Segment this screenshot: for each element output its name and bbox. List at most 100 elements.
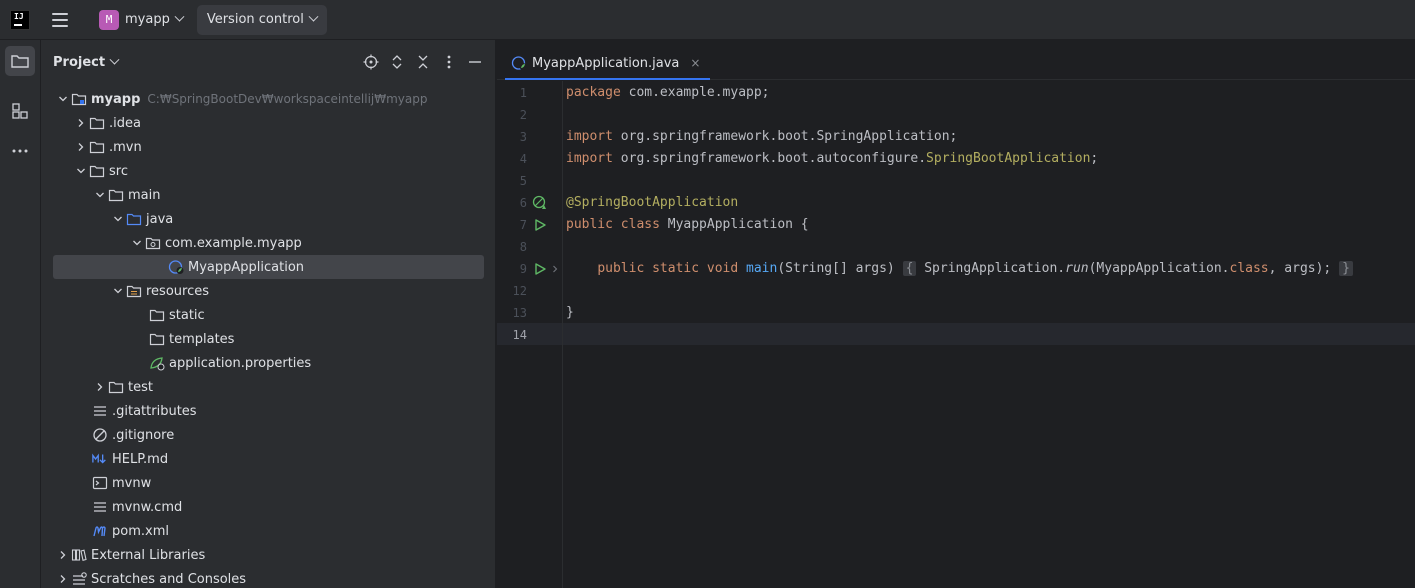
tree-item-label: mvnw (112, 475, 152, 491)
version-control-button[interactable]: Version control (196, 4, 327, 35)
chevron-down-icon[interactable] (110, 211, 126, 227)
library-icon (71, 547, 87, 563)
line-number: 2 (519, 108, 527, 122)
chevron-down-icon[interactable] (92, 187, 108, 203)
close-icon[interactable]: × (688, 56, 702, 70)
chevron-right-icon[interactable] (73, 139, 89, 155)
tree-item-label: resources (146, 283, 210, 299)
main-menu-icon[interactable] (49, 9, 71, 31)
text-file-icon (92, 499, 108, 515)
chevron-down-icon (174, 11, 185, 22)
tree-item-java[interactable]: java (53, 207, 484, 231)
folder-icon (89, 163, 105, 179)
tree-item-idea[interactable]: .idea (53, 111, 484, 135)
tree-item-pom-xml[interactable]: pom.xml (53, 519, 484, 543)
chevron-right-icon[interactable] (92, 379, 108, 395)
more-horizontal-icon (12, 149, 28, 153)
markdown-icon (92, 451, 108, 467)
chevron-down-icon[interactable] (129, 235, 145, 251)
tree-item-label: test (128, 379, 153, 395)
run-main-icon[interactable] (532, 261, 548, 277)
tree-item-package[interactable]: com.example.myapp (53, 231, 484, 255)
folder-icon (108, 187, 124, 203)
tree-item-label: Scratches and Consoles (91, 571, 247, 587)
tree-item-external-libraries[interactable]: External Libraries (53, 543, 484, 567)
folder-icon (89, 115, 105, 131)
code-line-7: public class MyappApplication { (566, 217, 809, 232)
line-number: 7 (519, 218, 527, 232)
expand-all-icon[interactable] (387, 52, 407, 72)
chevron-right-icon[interactable] (73, 115, 89, 131)
tree-item-src[interactable]: src (53, 159, 484, 183)
fold-chevron-right-icon[interactable] (549, 261, 561, 277)
project-tool-button[interactable] (5, 46, 35, 76)
chevron-down-icon[interactable] (55, 91, 71, 107)
tree-item-application-properties[interactable]: application.properties (53, 351, 484, 375)
tree-item-templates[interactable]: templates (53, 327, 484, 351)
folder-icon (108, 379, 124, 395)
tree-item-mvnw[interactable]: mvnw (53, 471, 484, 495)
tree-item-test[interactable]: test (53, 375, 484, 399)
line-number: 9 (519, 262, 527, 276)
tree-item-label: pom.xml (112, 523, 169, 539)
line-number: 14 (512, 328, 527, 342)
hide-panel-icon[interactable] (465, 52, 485, 72)
tab-myappapplication-java[interactable]: MyappApplication.java × (505, 48, 711, 80)
project-switcher[interactable]: M myapp (95, 6, 189, 34)
chevron-right-icon[interactable] (55, 571, 71, 587)
chevron-right-icon[interactable] (55, 547, 71, 563)
project-name: myapp (125, 12, 170, 27)
fold-marker[interactable]: } (1339, 261, 1353, 276)
line-number: 4 (519, 152, 527, 166)
text-file-icon (92, 403, 108, 419)
tree-item-label: main (128, 187, 161, 203)
spring-properties-icon (149, 355, 165, 371)
run-class-icon[interactable] (532, 217, 548, 233)
structure-tool-button[interactable] (5, 96, 35, 126)
tree-item-mvnw-cmd[interactable]: mvnw.cmd (53, 495, 484, 519)
chevron-down-icon (109, 54, 120, 65)
project-panel: Project myapp C:₩SpringBootDev₩workspace… (41, 40, 496, 588)
chevron-down-icon[interactable] (110, 283, 126, 299)
tree-item-mvn[interactable]: .mvn (53, 135, 484, 159)
project-path: C:₩SpringBootDev₩workspaceintellij₩myapp (147, 92, 428, 106)
project-view-selector[interactable]: Project (41, 54, 120, 70)
maven-icon (92, 523, 108, 539)
ignore-file-icon (92, 427, 108, 443)
tree-item-myapp[interactable]: myapp C:₩SpringBootDev₩workspaceintellij… (53, 87, 484, 111)
project-badge: M (99, 9, 119, 30)
shell-script-icon (92, 475, 108, 491)
tree-item-myappapplication[interactable]: MyappApplication (53, 255, 484, 279)
line-number: 3 (519, 130, 527, 144)
structure-icon (12, 103, 28, 119)
code-editor[interactable]: package com.example.myapp; import org.sp… (564, 81, 1415, 588)
editor-gutter: 1 2 3 4 5 6 7 8 9 12 13 14 (497, 81, 563, 588)
line-number: 8 (519, 240, 527, 254)
title-bar: IJ M myapp Version control (0, 0, 1415, 40)
tree-item-label: application.properties (169, 355, 312, 371)
tree-item-label: .mvn (109, 139, 142, 155)
tree-item-help-md[interactable]: HELP.md (53, 447, 484, 471)
tree-item-label: myapp (91, 91, 141, 107)
more-tools-button[interactable] (5, 136, 35, 166)
tree-item-main[interactable]: main (53, 183, 484, 207)
folder-icon (11, 55, 29, 68)
spring-bean-gutter-icon[interactable] (532, 195, 548, 211)
tree-item-label: External Libraries (91, 547, 206, 563)
code-line-1: package com.example.myapp; (566, 85, 770, 100)
fold-marker[interactable]: { (902, 261, 917, 276)
options-icon[interactable] (439, 52, 459, 72)
chevron-down-icon[interactable] (73, 163, 89, 179)
scratches-icon (71, 571, 87, 587)
code-line-6: @SpringBootApplication (566, 195, 739, 210)
tree-item-scratches[interactable]: Scratches and Consoles (53, 567, 484, 588)
tree-item-label: .gitattributes (112, 403, 197, 419)
locate-icon[interactable] (361, 52, 381, 72)
intellij-logo-icon[interactable]: IJ (10, 9, 30, 30)
tree-item-gitattributes[interactable]: .gitattributes (53, 399, 484, 423)
tree-item-label: HELP.md (112, 451, 169, 467)
collapse-all-icon[interactable] (413, 52, 433, 72)
tree-item-static[interactable]: static (53, 303, 484, 327)
tree-item-resources[interactable]: resources (53, 279, 484, 303)
tree-item-gitignore[interactable]: .gitignore (53, 423, 484, 447)
